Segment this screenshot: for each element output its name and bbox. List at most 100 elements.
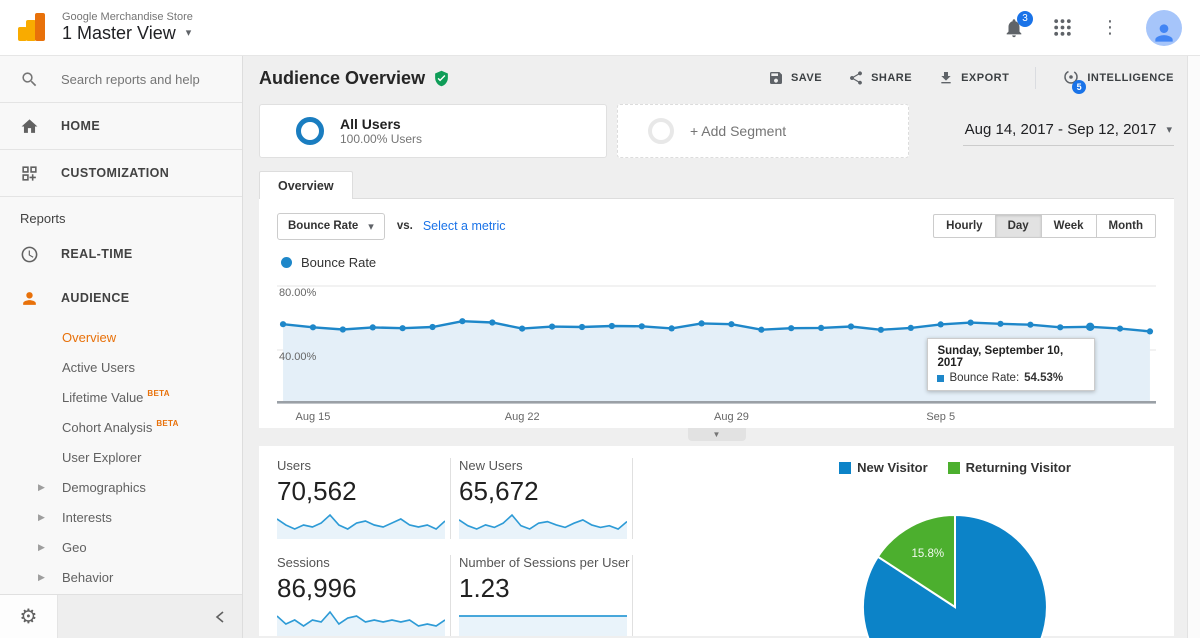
metric-card-new-users[interactable]: New Users 65,672: [459, 458, 633, 539]
visitor-pie-chart[interactable]: 84.2%15.8%: [825, 485, 1085, 638]
apps-grid-icon: [1053, 18, 1072, 37]
chart-tooltip: Sunday, September 10, 2017 Bounce Rate: …: [927, 338, 1095, 391]
legend-new-visitor: New Visitor: [839, 460, 928, 475]
chevron-left-icon: [214, 610, 226, 624]
tooltip-series-label: Bounce Rate:: [949, 372, 1019, 384]
granularity-week-button[interactable]: Week: [1042, 214, 1097, 238]
granularity-hourly-button[interactable]: Hourly: [933, 214, 995, 238]
granularity-month-button[interactable]: Month: [1097, 214, 1156, 238]
audience-person-icon: [20, 289, 39, 308]
vs-label: vs.: [397, 220, 413, 232]
segment-title: All Users: [340, 116, 422, 132]
metric-value: 1.23: [459, 573, 628, 604]
sidebar-item-demographics[interactable]: ▶Demographics: [0, 472, 242, 502]
divider: [1035, 67, 1036, 89]
metric-value: 86,996: [277, 573, 446, 604]
date-range-value: Aug 14, 2017 - Sep 12, 2017: [965, 121, 1157, 138]
share-icon: [848, 70, 864, 86]
metrics-panel: Users 70,562 New Users 65,672 Sessions 8…: [259, 446, 1174, 636]
kebab-icon: ⋮: [1101, 17, 1119, 38]
person-icon: [1151, 20, 1177, 46]
sidebar: Search reports and help HOME CUSTOMIZATI…: [0, 56, 243, 638]
collapse-sidebar-button[interactable]: [198, 595, 242, 638]
chevron-down-icon: ▾: [1166, 123, 1172, 136]
x-axis-tick: Aug 22: [505, 411, 540, 423]
select-metric-link[interactable]: Select a metric: [423, 219, 506, 233]
search-icon: [20, 70, 39, 89]
metric-label: Users: [277, 458, 446, 473]
sidebar-item-interests[interactable]: ▶Interests: [0, 502, 242, 532]
add-segment-button[interactable]: + Add Segment: [617, 104, 909, 158]
sidebar-item-audience[interactable]: AUDIENCE: [0, 276, 242, 320]
metric-label: Sessions: [277, 555, 446, 570]
audience-submenu: Overview Active Users Lifetime ValueBETA…: [0, 322, 242, 592]
customization-label: CUSTOMIZATION: [61, 166, 169, 180]
chevron-down-icon: ▾: [186, 27, 192, 40]
legend-returning-visitor: Returning Visitor: [948, 460, 1071, 475]
empty-ring-icon: [648, 118, 674, 144]
x-axis-labels: Aug 15Aug 22Aug 29Sep 5: [277, 408, 1156, 426]
user-avatar[interactable]: [1146, 10, 1182, 46]
share-button[interactable]: SHARE: [848, 70, 912, 86]
collapse-chart-button[interactable]: ▼: [688, 428, 746, 441]
google-analytics-logo-icon: [14, 12, 48, 44]
home-label: HOME: [61, 119, 100, 133]
metric-card-sessions-per-user[interactable]: Number of Sessions per User 1.23: [459, 555, 633, 636]
granularity-toggle: Hourly Day Week Month: [933, 214, 1156, 238]
metric-dropdown[interactable]: Bounce Rate ▾: [277, 213, 385, 240]
notifications-button[interactable]: 3: [1002, 16, 1026, 40]
expand-arrow-icon: ▶: [38, 542, 45, 553]
sidebar-item-home[interactable]: HOME: [0, 103, 242, 150]
legend-swatch-icon: [839, 462, 851, 474]
sidebar-item-behavior[interactable]: ▶Behavior: [0, 562, 242, 592]
y-axis-tick: 80.00%: [279, 287, 316, 299]
bounce-rate-chart[interactable]: 80.00% 40.00% Sunday, September 10, 2017…: [277, 276, 1156, 408]
scrollbar-track[interactable]: [1187, 56, 1200, 638]
notification-badge: 3: [1017, 11, 1033, 27]
realtime-label: REAL-TIME: [61, 247, 133, 261]
legend-swatch-icon: [948, 462, 960, 474]
intelligence-button[interactable]: 5 INTELLIGENCE: [1062, 68, 1174, 89]
sidebar-item-lifetime-value[interactable]: Lifetime ValueBETA: [0, 382, 242, 412]
sidebar-item-geo[interactable]: ▶Geo: [0, 532, 242, 562]
main-content: Audience Overview SAVE SHARE EXPORT 5: [243, 56, 1200, 638]
more-menu-button[interactable]: ⋮: [1098, 16, 1122, 40]
sidebar-item-active-users[interactable]: Active Users: [0, 352, 242, 382]
google-apps-button[interactable]: [1050, 16, 1074, 40]
granularity-day-button[interactable]: Day: [996, 214, 1042, 238]
sparkline-chart: [459, 509, 627, 539]
expand-arrow-icon: ▶: [38, 482, 45, 493]
metrics-grid: Users 70,562 New Users 65,672 Sessions 8…: [277, 458, 633, 624]
date-range-selector[interactable]: Aug 14, 2017 - Sep 12, 2017 ▾: [963, 117, 1174, 146]
chart-legend: Bounce Rate: [281, 255, 1156, 270]
sidebar-item-overview[interactable]: Overview: [0, 322, 242, 352]
sparkline-chart: [459, 606, 627, 636]
sidebar-item-user-explorer[interactable]: User Explorer: [0, 442, 242, 472]
sidebar-item-customization[interactable]: CUSTOMIZATION: [0, 150, 242, 197]
search-input[interactable]: Search reports and help: [0, 56, 242, 103]
admin-button[interactable]: ⚙: [0, 595, 58, 638]
sidebar-item-cohort-analysis[interactable]: Cohort AnalysisBETA: [0, 412, 242, 442]
tooltip-series-icon: [937, 375, 944, 382]
beta-badge: BETA: [156, 419, 178, 428]
view-name: 1 Master View: [62, 23, 176, 44]
metric-card-sessions[interactable]: Sessions 86,996: [277, 555, 451, 636]
segment-subtitle: 100.00% Users: [340, 132, 422, 146]
account-switcher[interactable]: Google Merchandise Store 1 Master View ▾: [62, 11, 193, 44]
tab-bar: Overview: [259, 170, 1174, 198]
sidebar-item-realtime[interactable]: REAL-TIME: [0, 232, 242, 276]
save-button[interactable]: SAVE: [768, 70, 822, 86]
segment-all-users[interactable]: All Users 100.00% Users: [259, 104, 607, 158]
export-button[interactable]: EXPORT: [938, 70, 1009, 86]
expand-arrow-icon: ▶: [38, 572, 45, 583]
metric-card-users[interactable]: Users 70,562: [277, 458, 451, 539]
add-segment-label: + Add Segment: [690, 123, 786, 139]
page-header: Audience Overview SAVE SHARE EXPORT 5: [259, 56, 1174, 100]
sidebar-footer: ⚙: [0, 594, 242, 638]
tab-overview[interactable]: Overview: [259, 171, 353, 199]
metric-label: New Users: [459, 458, 628, 473]
intelligence-badge: 5: [1072, 80, 1086, 94]
y-axis-tick: 40.00%: [279, 351, 316, 363]
reports-section-label: Reports: [0, 197, 242, 232]
svg-text:15.8%: 15.8%: [911, 548, 944, 560]
